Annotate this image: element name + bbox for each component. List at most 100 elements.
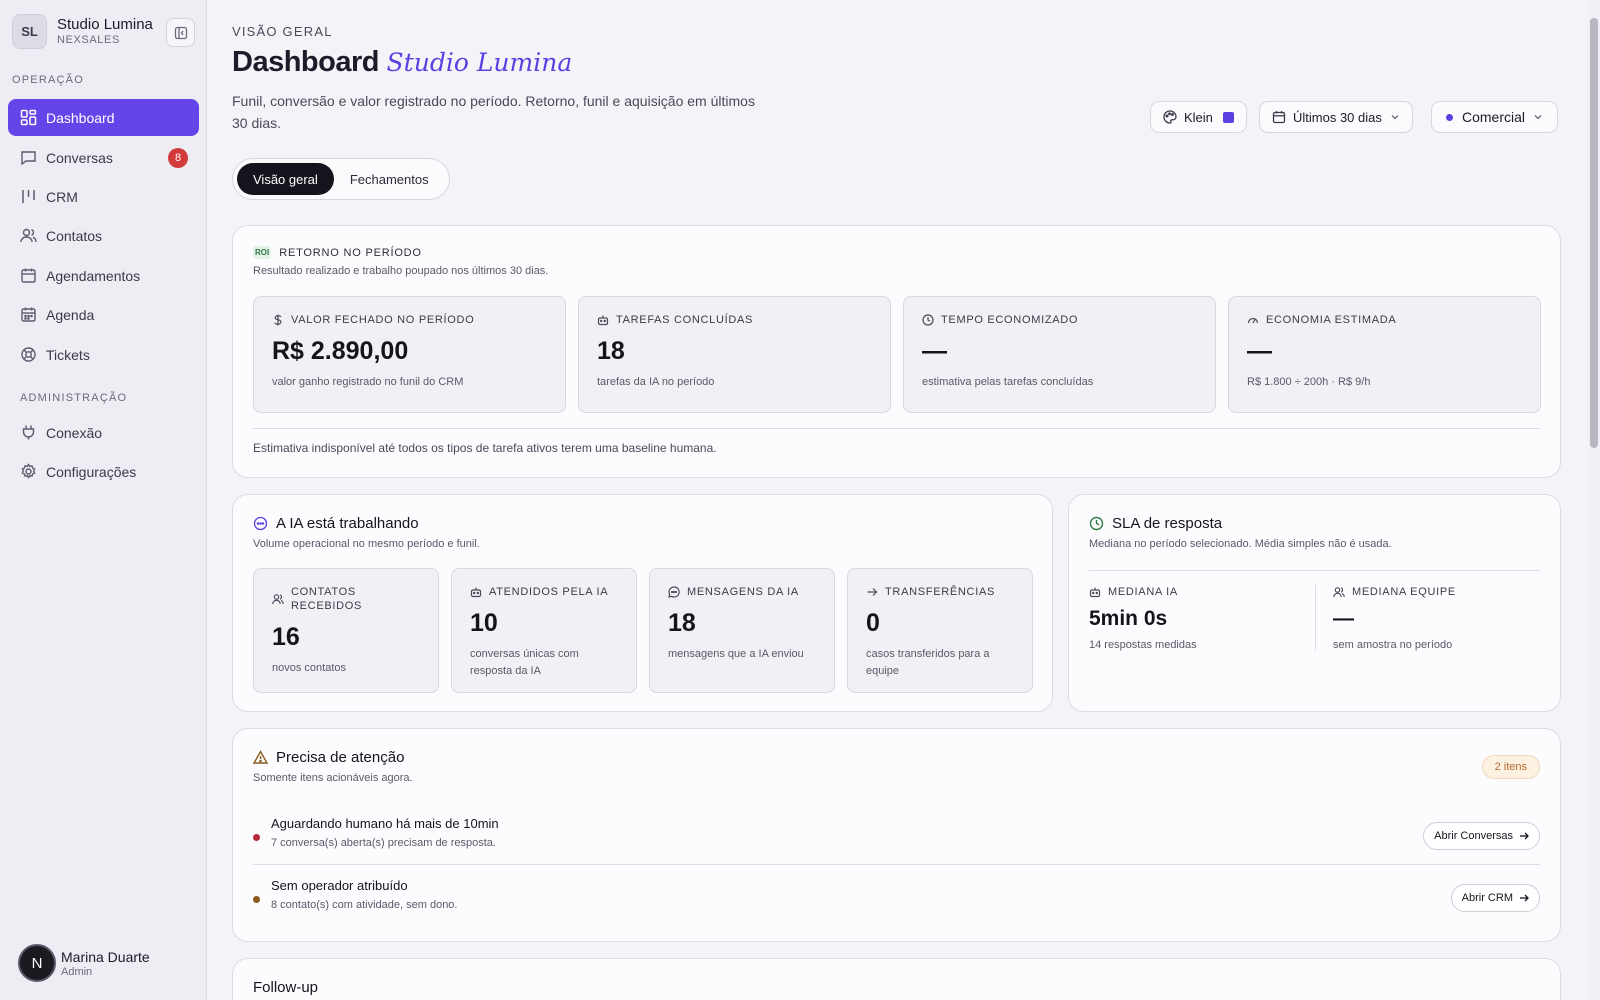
status-dot [253,896,260,903]
sidebar-item-agendamentos[interactable]: Agendamentos [8,257,199,294]
divider [253,864,1540,865]
metric-label: TAREFAS CONCLUÍDAS [616,314,754,326]
roi-footnote: Estimativa indisponível até todos os tip… [253,441,717,455]
roi-card: ROI RETORNO NO PERÍODO Resultado realiza… [232,225,1561,478]
attention-count-badge: 2 itens [1481,755,1540,779]
attention-card-title: Precisa de atenção [276,749,405,766]
chevron-down-icon [1533,112,1543,122]
users-icon [1333,586,1345,598]
sidebar-item-label: Dashboard [46,109,115,126]
sidebar-item-conversas[interactable]: Conversas 8 [8,139,199,176]
metric-value: — [1247,337,1272,365]
workspace-avatar: SL [12,14,47,49]
button-label: Abrir Conversas [1434,830,1513,842]
workspace-name: Studio Lumina [57,16,153,33]
sla-card-title: SLA de resposta [1112,515,1223,532]
metric-label: VALOR FECHADO NO PERÍODO [291,314,475,326]
scrollbar[interactable] [1588,0,1600,1000]
list-item-subtitle: 8 contato(s) com atividade, sem dono. [271,899,458,911]
metric-caption: conversas únicas com resposta da IA [470,648,579,677]
metric-economia-estimada: ECONOMIA ESTIMADA — R$ 1.800 ÷ 200h · R$… [1228,296,1541,413]
calendar-icon [19,267,37,285]
metric-caption: valor ganho registrado no funil do CRM [272,376,464,388]
gauge-icon [1247,314,1259,326]
metric-caption: 14 respostas medidas [1089,639,1197,651]
roi-badge: ROI [253,246,272,259]
metric-label: MEDIANA IA [1108,586,1178,598]
roi-card-kicker: ROI RETORNO NO PERÍODO [253,246,1540,259]
theme-selector[interactable]: Klein [1150,101,1247,133]
sla-ai-median: MEDIANA IA 5min 0s 14 respostas medidas [1089,585,1197,654]
page-eyebrow: VISÃO GERAL [232,24,333,39]
followup-card: Follow-up [232,958,1561,1000]
metric-value: 10 [470,609,498,637]
period-label: Últimos 30 dias [1293,109,1382,125]
followup-card-title: Follow-up [253,979,319,996]
dashboard-icon [19,109,37,127]
unread-count-badge: 8 [168,148,188,168]
palette-icon [1163,110,1177,124]
page-title-accent: Studio Lumina [386,48,573,77]
metric-label: ATENDIDOS PELA IA [489,586,609,598]
sidebar-item-tickets[interactable]: Tickets [8,336,199,373]
funnel-selector[interactable]: Comercial [1431,101,1559,133]
open-conversations-button[interactable]: Abrir Conversas [1423,822,1540,850]
product-name: NEXSALES [57,34,120,46]
sidebar-item-crm[interactable]: CRM [8,178,199,215]
metric-label: ECONOMIA ESTIMADA [1266,314,1397,326]
lifebuoy-icon [19,346,37,364]
metric-label: MENSAGENS DA IA [687,586,799,598]
gear-icon [19,463,37,481]
arrow-right-icon [866,586,878,598]
divider [1089,570,1540,571]
sidebar-item-dashboard[interactable]: Dashboard [8,99,199,136]
metric-caption: novos contatos [272,662,346,674]
sidebar-item-label: Conversas [46,149,113,166]
metric-value: — [922,337,947,365]
open-crm-button[interactable]: Abrir CRM [1450,884,1540,912]
arrow-right-icon [1519,893,1529,903]
metric-atendidos-ia: ATENDIDOS PELA IA 10 conversas únicas co… [451,568,637,693]
metric-value: 0 [866,609,880,637]
metric-value: R$ 2.890,00 [272,337,409,365]
roi-card-desc: Resultado realizado e trabalho poupado n… [253,265,549,277]
chat-icon [668,586,680,598]
sidebar-item-conexao[interactable]: Conexão [8,414,199,451]
users-icon [272,593,284,605]
attention-card-desc: Somente itens acionáveis agora. [253,772,413,784]
metric-label: MEDIANA EQUIPE [1352,586,1456,598]
metric-value: 5min 0s [1089,607,1168,630]
metric-caption: mensagens que a IA enviou [668,648,804,660]
sidebar-item-label: Tickets [46,346,90,363]
metric-caption: R$ 1.800 ÷ 200h · R$ 9/h [1247,376,1371,388]
tab-fechamentos[interactable]: Fechamentos [334,163,445,195]
attention-card: Precisa de atenção Somente itens acionáv… [232,728,1561,942]
metric-label: TRANSFERÊNCIAS [885,586,996,598]
sidebar-item-configuracoes[interactable]: Configurações [8,453,199,490]
bot-icon [470,586,482,598]
metric-tarefas-concluidas: TAREFAS CONCLUÍDAS 18 tarefas da IA no p… [578,296,891,413]
section-label-administracao: ADMINISTRAÇÃO [20,392,128,404]
user-name: Marina Duarte [61,949,150,965]
roi-card-title: RETORNO NO PERÍODO [279,246,422,259]
tab-visao-geral[interactable]: Visão geral [237,163,334,195]
list-item-subtitle: 7 conversa(s) aberta(s) precisam de resp… [271,837,496,849]
panel-left-icon [174,26,187,39]
scrollbar-thumb[interactable] [1590,18,1598,448]
clock-icon [922,314,934,326]
sidebar-item-agenda[interactable]: Agenda [8,296,199,333]
funnel-label: Comercial [1462,109,1526,125]
user-menu[interactable]: N Marina Duarte Admin [18,944,150,982]
metric-label: TEMPO ECONOMIZADO [941,314,1079,326]
sidebar-item-label: Configurações [46,463,137,480]
sidebar-collapse-button[interactable] [166,18,195,47]
workspace-switcher[interactable]: SL Studio Lumina NEXSALES [12,14,153,49]
sidebar-item-label: Contatos [46,227,103,244]
users-icon [19,227,37,245]
metric-value: 18 [668,609,696,637]
metric-value: 18 [597,337,625,365]
period-selector[interactable]: Últimos 30 dias [1259,101,1413,133]
bot-icon [1089,586,1101,598]
list-item: Sem operador atribuído 8 contato(s) com … [253,878,1540,928]
sidebar-item-contatos[interactable]: Contatos [8,217,199,254]
